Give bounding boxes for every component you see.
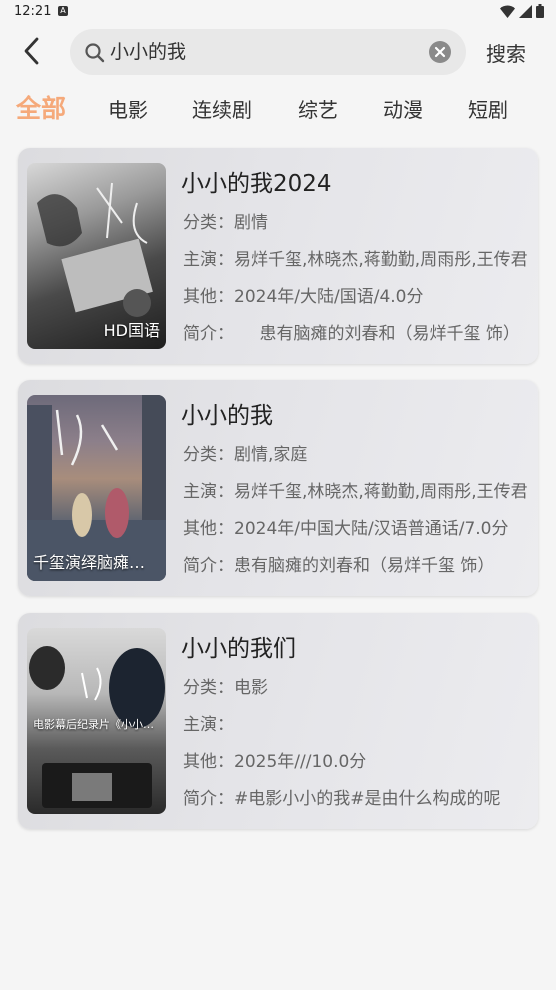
result-other: 其他：2025年///10.0分 — [183, 752, 367, 772]
tab-short-drama[interactable]: 短剧 — [468, 94, 508, 123]
search-icon — [85, 43, 105, 63]
result-title: 小小的我2024 — [181, 171, 332, 197]
result-intro: 简介： 患有脑瘫的刘春和（易烊千玺 饰） — [183, 324, 520, 344]
tab-series[interactable]: 连续剧 — [192, 94, 252, 123]
result-other: 其他：2024年/中国大陆/汉语普通话/7.0分 — [183, 519, 509, 539]
wifi-icon — [500, 5, 515, 18]
result-title: 小小的我 — [181, 403, 273, 429]
search-input[interactable] — [110, 29, 410, 75]
battery-icon — [536, 4, 544, 18]
tab-anime[interactable]: 动漫 — [383, 94, 423, 123]
poster-label: 千玺演绎脑瘫青年 — [33, 553, 160, 572]
category-tabs: 全部 电影 连续剧 综艺 动漫 短剧 — [0, 86, 556, 130]
poster-image: 千玺演绎脑瘫青年 — [27, 395, 166, 581]
chevron-left-icon — [24, 37, 39, 65]
result-cast: 主演：易烊千玺,林晓杰,蒋勤勤,周雨彤,王传君 — [183, 250, 528, 270]
search-button[interactable]: 搜索 — [486, 38, 526, 67]
status-icons — [500, 4, 544, 18]
result-title: 小小的我们 — [181, 636, 296, 662]
result-category: 分类：电影 — [183, 678, 268, 698]
signal-icon — [519, 4, 532, 18]
result-card[interactable]: HD国语 小小的我2024 分类：剧情 主演：易烊千玺,林晓杰,蒋勤勤,周雨彤,… — [18, 148, 538, 364]
poster-image: HD国语 — [27, 163, 166, 349]
result-category: 分类：剧情 — [183, 213, 268, 233]
tab-movie[interactable]: 电影 — [108, 94, 148, 123]
result-intro: 简介：患有脑瘫的刘春和（易烊千玺 饰） — [183, 556, 495, 576]
poster-label: 电影幕后纪录片《小小的我们》 — [33, 718, 160, 731]
result-cast: 主演：易烊千玺,林晓杰,蒋勤勤,周雨彤,王传君 — [183, 482, 528, 502]
result-category: 分类：剧情,家庭 — [183, 445, 308, 465]
result-card[interactable]: 千玺演绎脑瘫青年 小小的我 分类：剧情,家庭 主演：易烊千玺,林晓杰,蒋勤勤,周… — [18, 380, 538, 596]
status-time: 12:21 — [14, 4, 52, 19]
status-bar: 12:21 A — [0, 0, 556, 24]
result-intro: 简介：#电影小小的我#是由什么构成的呢 — [183, 789, 501, 809]
search-box[interactable] — [70, 29, 466, 75]
back-button[interactable] — [18, 36, 48, 66]
result-cast: 主演： — [183, 715, 234, 735]
poster-label: HD国语 — [103, 321, 160, 340]
tab-all[interactable]: 全部 — [16, 89, 66, 125]
tab-variety[interactable]: 综艺 — [298, 94, 338, 123]
poster-image: 电影幕后纪录片《小小的我们》 — [27, 628, 166, 814]
result-other: 其他：2024年/大陆/国语/4.0分 — [183, 287, 424, 307]
result-card[interactable]: 电影幕后纪录片《小小的我们》 小小的我们 分类：电影 主演： 其他：2025年/… — [18, 613, 538, 829]
clear-icon[interactable] — [429, 41, 451, 63]
notification-icon: A — [58, 6, 68, 16]
